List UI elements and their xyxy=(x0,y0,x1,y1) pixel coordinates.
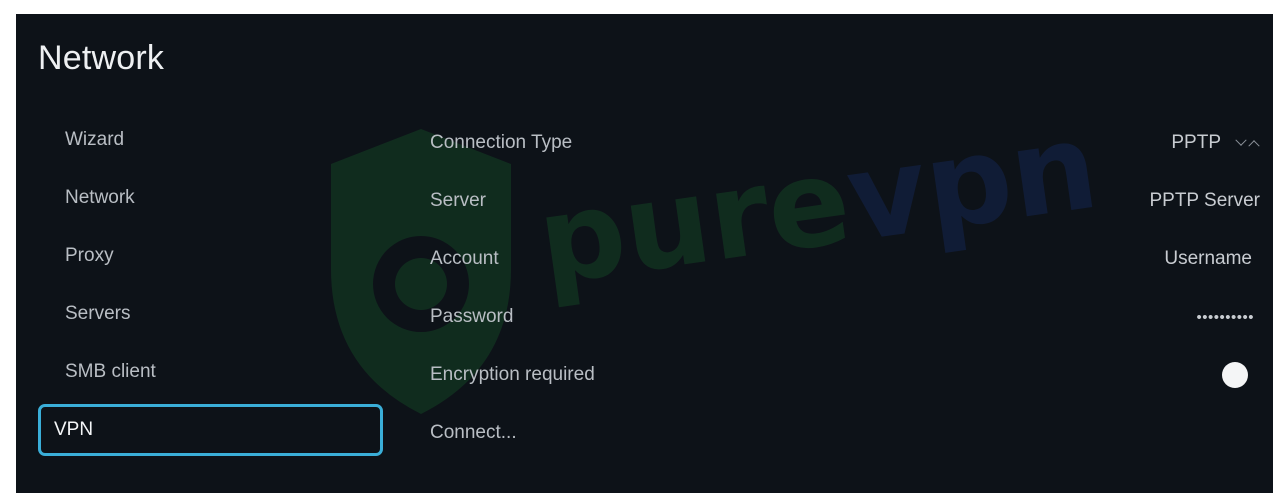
server-row[interactable]: Server PPTP Server xyxy=(430,172,1260,230)
password-row[interactable]: Password •••••••••• xyxy=(430,288,1258,346)
connection-type-row[interactable]: Connection Type PPTP xyxy=(430,114,1260,172)
account-label: Account xyxy=(430,248,499,269)
sidebar-item-servers[interactable]: Servers xyxy=(38,288,383,340)
chevron-up-icon[interactable] xyxy=(1248,140,1260,152)
account-row[interactable]: Account Username xyxy=(430,230,1258,288)
sidebar-item-network[interactable]: Network xyxy=(38,172,383,224)
connection-type-arrows[interactable] xyxy=(1235,134,1260,152)
encryption-label: Encryption required xyxy=(430,364,595,385)
connection-type-value: PPTP xyxy=(1171,132,1221,153)
sidebar-item-vpn[interactable]: VPN xyxy=(38,404,383,456)
server-label: Server xyxy=(430,190,486,211)
sidebar-item-smb-client[interactable]: SMB client xyxy=(38,346,383,398)
vpn-settings-screen: purevpn Network Wizard Network Proxy Ser… xyxy=(16,14,1273,493)
connect-button[interactable]: Connect... xyxy=(430,422,517,444)
server-field[interactable]: PPTP Server xyxy=(1149,190,1260,212)
sidebar: Wizard Network Proxy Servers SMB client … xyxy=(38,114,383,462)
connection-type-label: Connection Type xyxy=(430,132,573,153)
password-field[interactable]: •••••••••• xyxy=(1196,309,1254,326)
password-label: Password xyxy=(430,306,514,327)
encryption-toggle[interactable] xyxy=(1222,362,1248,388)
sidebar-item-proxy[interactable]: Proxy xyxy=(38,230,383,282)
sidebar-item-wizard[interactable]: Wizard xyxy=(38,114,383,166)
connection-type-select[interactable]: PPTP xyxy=(1171,132,1260,154)
encryption-row[interactable]: Encryption required xyxy=(430,346,1258,404)
chevron-down-icon[interactable] xyxy=(1235,134,1247,146)
connect-row[interactable]: Connect... xyxy=(430,404,1258,462)
vpn-settings-list: Connection Type PPTP Server PPTP Server … xyxy=(430,114,1260,462)
page-title: Network xyxy=(38,39,165,77)
account-field[interactable]: Username xyxy=(1164,248,1252,270)
